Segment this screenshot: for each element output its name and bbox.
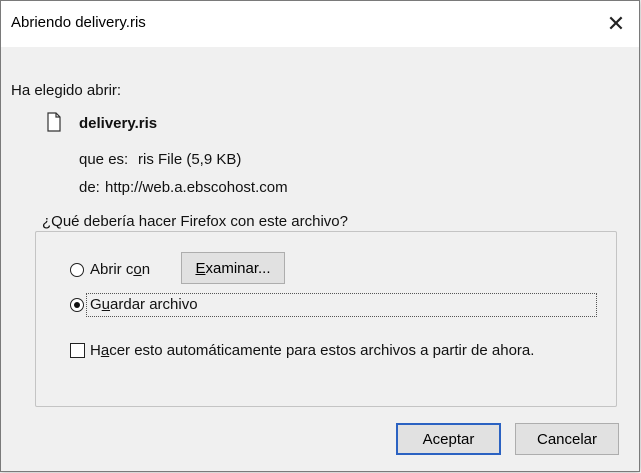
window-title: Abriendo delivery.ris xyxy=(11,14,146,31)
file-icon xyxy=(47,112,61,132)
file-type-value: ris File (5,9 KB) xyxy=(138,151,242,168)
action-question: ¿Qué debería hacer Firefox con este arch… xyxy=(39,213,351,230)
accept-button[interactable]: Aceptar xyxy=(396,423,501,455)
open-with-label[interactable]: Abrir con xyxy=(90,261,150,278)
close-icon: ✕ xyxy=(606,11,626,36)
file-source-value: http://web.a.ebscohost.com xyxy=(105,179,288,196)
open-with-radio[interactable] xyxy=(70,263,84,277)
auto-action-checkbox[interactable] xyxy=(70,343,85,358)
file-type-label: que es: xyxy=(79,151,129,168)
save-file-label[interactable]: Guardar archivo xyxy=(90,296,198,313)
file-name: delivery.ris xyxy=(79,115,158,132)
browse-button[interactable]: Examinar... xyxy=(181,252,285,284)
intro-text: Ha elegido abrir: xyxy=(11,82,122,99)
file-source-label: de: xyxy=(79,179,100,196)
save-file-radio[interactable] xyxy=(70,298,84,312)
title-bar: Abriendo delivery.ris ✕ xyxy=(1,1,639,47)
cancel-button[interactable]: Cancelar xyxy=(515,423,619,455)
auto-action-label[interactable]: Hacer esto automáticamente para estos ar… xyxy=(90,342,534,359)
close-button[interactable]: ✕ xyxy=(593,1,639,47)
action-groupbox xyxy=(35,231,617,407)
download-dialog: Abriendo delivery.ris ✕ Ha elegido abrir… xyxy=(0,0,640,472)
